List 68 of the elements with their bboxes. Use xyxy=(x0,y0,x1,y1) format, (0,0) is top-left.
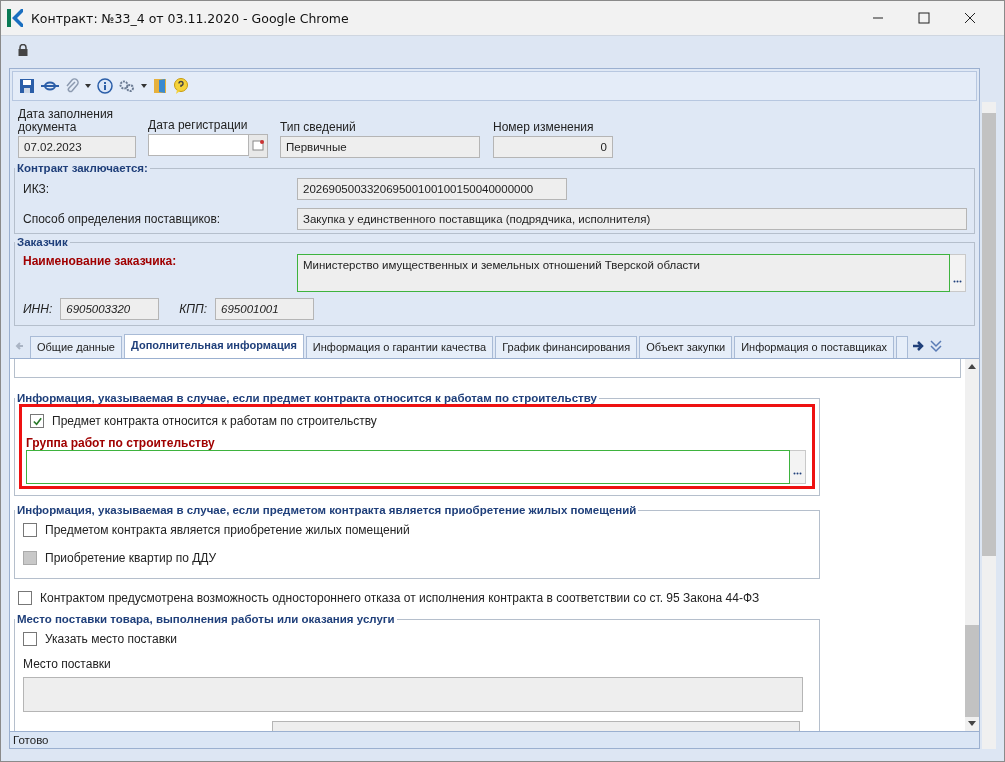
scrollbar[interactable] xyxy=(982,102,996,749)
checkbox-label: Приобретение квартир по ДДУ xyxy=(45,551,217,565)
checkbox[interactable] xyxy=(23,632,37,646)
tab[interactable]: Общие данные xyxy=(30,336,122,358)
scroll-down-icon[interactable] xyxy=(968,721,976,727)
section-title: Заказчик xyxy=(16,236,69,248)
save-icon[interactable] xyxy=(19,78,35,94)
tab[interactable]: Информация о поставщиках xyxy=(734,336,895,358)
ellipsis-button[interactable] xyxy=(790,450,806,484)
text-field[interactable]: Первичные xyxy=(280,136,480,158)
text-field[interactable]: 202690500332069500100100150040000000 xyxy=(297,178,567,200)
checkbox-label: Предмет контракта относится к работам по строительству xyxy=(52,414,377,428)
lock-icon xyxy=(18,44,28,56)
section-title: Информация, указываемая в случае, если предмет контракта относится к работам по строительству xyxy=(16,392,598,404)
field-label: Тип сведений xyxy=(280,121,357,134)
help-icon[interactable] xyxy=(173,78,189,94)
window-title: Контракт: №33_4 от 03.11.2020 - Google Chrome xyxy=(31,10,349,26)
calendar-icon[interactable] xyxy=(249,134,268,158)
field-label: Место поставки xyxy=(22,657,112,671)
close-icon[interactable] xyxy=(964,12,976,24)
field-label: Номер изменения xyxy=(493,121,595,134)
tab[interactable]: Дополнительная информация xyxy=(123,334,304,358)
app-logo-icon xyxy=(7,9,23,27)
section-title: Контракт заключается: xyxy=(16,162,149,174)
scrollbar-thumb[interactable] xyxy=(982,113,996,556)
text-field[interactable]: 695001001 xyxy=(215,298,315,320)
text-field[interactable]: Министерство имущественных и земельных отношений Тверской области xyxy=(297,254,950,292)
gears-icon[interactable] xyxy=(119,79,135,93)
paperclip-icon[interactable] xyxy=(65,78,79,94)
caret-icon[interactable] xyxy=(85,84,91,88)
section-title: Место поставки товара, выполнения работы или оказания услуги xyxy=(16,613,396,625)
caret-icon[interactable] xyxy=(141,84,147,88)
link-icon[interactable] xyxy=(41,80,59,92)
field-label: КПП: xyxy=(179,302,208,316)
field-label: ИНН: xyxy=(23,302,53,316)
field-label: Дата заполнения документа xyxy=(18,108,115,134)
checkbox[interactable] xyxy=(30,414,44,428)
status-bar: Готово xyxy=(10,731,979,748)
checkbox-label: Контрактом предусмотрена возможность одностороннего отказа от исполнения контракта в соответствии со ст. 95 Закона 44-ФЗ xyxy=(40,591,760,605)
maximize-icon[interactable] xyxy=(918,12,930,24)
scroll-up-icon[interactable] xyxy=(968,363,976,369)
field-label: ИКЗ: xyxy=(23,182,51,196)
text-field[interactable] xyxy=(23,677,803,712)
tab[interactable]: График финансирования xyxy=(495,336,638,358)
date-field[interactable] xyxy=(148,134,249,156)
text-field[interactable]: 6905003320 xyxy=(60,298,160,320)
text-field[interactable]: 0 xyxy=(493,136,613,158)
text-field[interactable] xyxy=(26,450,790,484)
checkbox[interactable] xyxy=(23,523,37,537)
scrollbar[interactable] xyxy=(965,359,979,731)
ellipsis-icon xyxy=(953,280,962,283)
ellipsis-icon xyxy=(793,472,802,475)
field-label: Наименование заказчика: xyxy=(23,254,178,268)
text-field[interactable]: Закупка у единственного поставщика (подрядчика, исполнителя) xyxy=(297,208,967,230)
text-field[interactable]: 07.02.2023 xyxy=(18,136,136,158)
checkbox[interactable] xyxy=(18,591,32,605)
section-title: Информация, указываемая в случае, если предметом контракта является приобретение жилых помещений xyxy=(16,504,638,516)
ellipsis-button[interactable] xyxy=(950,254,966,292)
tab[interactable]: Объект закупки xyxy=(639,336,733,358)
field-label: Дата регистрации xyxy=(148,119,249,132)
checkbox-label: Указать место поставки xyxy=(45,632,177,646)
tab[interactable]: Информация о гарантии качества xyxy=(305,336,494,358)
checkbox-label: Предметом контракта является приобретение жилых помещений xyxy=(45,523,410,537)
info-icon[interactable] xyxy=(97,78,113,94)
field-label: Способ определения поставщиков: xyxy=(23,212,222,226)
scrollbar-thumb[interactable] xyxy=(965,625,979,717)
exit-door-icon[interactable] xyxy=(153,78,167,94)
field-label: Группа работ по строительству xyxy=(26,436,216,450)
